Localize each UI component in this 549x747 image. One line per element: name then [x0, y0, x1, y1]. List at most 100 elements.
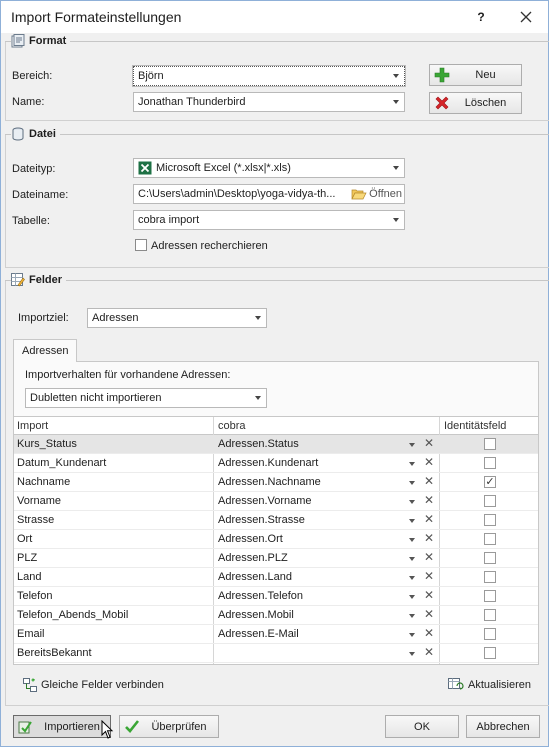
cobra-field-cell[interactable]: Adressen.Kundenart [218, 457, 318, 469]
chevron-down-icon[interactable] [409, 481, 415, 485]
clear-mapping-icon[interactable]: ✕ [424, 436, 434, 450]
neu-button[interactable]: Neu [429, 64, 522, 86]
import-field-cell: Datum_Kundenart [17, 457, 107, 469]
chevron-down-icon[interactable] [409, 538, 415, 542]
clear-mapping-icon[interactable]: ✕ [424, 512, 434, 526]
tabelle-combo[interactable]: cobra import [133, 210, 405, 230]
import-field-cell: Strasse [17, 514, 55, 526]
chevron-down-icon [393, 100, 399, 104]
identity-field-checkbox[interactable] [484, 571, 496, 583]
table-row[interactable]: PLZ Adressen.PLZ ✕ [14, 549, 538, 568]
tabelle-label: Tabelle: [12, 215, 50, 227]
dateiname-label: Dateiname: [12, 189, 69, 201]
column-header-import[interactable]: Import [17, 420, 48, 432]
chevron-down-icon[interactable] [409, 595, 415, 599]
chevron-down-icon [393, 74, 399, 78]
importziel-combo[interactable]: Adressen [87, 308, 267, 328]
delete-icon [435, 96, 449, 110]
identity-field-checkbox[interactable] [484, 438, 496, 450]
clear-mapping-icon[interactable]: ✕ [424, 645, 434, 659]
help-button[interactable]: ? [471, 7, 491, 27]
dateityp-combo[interactable]: Microsoft Excel (*.xlsx|*.xls) [133, 158, 405, 178]
import-field-cell: Telefon_Abends_Mobil [17, 609, 129, 621]
cobra-field-cell[interactable]: Adressen.Land [218, 571, 292, 583]
table-row[interactable]: Kurs_Status Adressen.Status ✕ [14, 435, 538, 454]
table-row[interactable]: Telefon_Abends_Mobil Adressen.Mobil ✕ [14, 606, 538, 625]
gleiche-felder-button[interactable]: Gleiche Felder verbinden [23, 678, 164, 692]
bereich-combo[interactable]: Björn [132, 65, 406, 87]
dateiname-field[interactable]: C:\Users\admin\Desktop\yoga-vidya-th... … [133, 184, 405, 204]
importverhalten-combo[interactable]: Dubletten nicht importieren [25, 388, 267, 408]
cobra-field-cell[interactable]: Adressen.E-Mail [218, 628, 299, 640]
table-row[interactable]: BereitsBekannt ✕ [14, 644, 538, 663]
chevron-down-icon[interactable] [409, 462, 415, 466]
bereich-label: Bereich: [12, 70, 53, 82]
loeschen-button[interactable]: Löschen [429, 92, 522, 114]
chevron-down-icon[interactable] [409, 500, 415, 504]
check-icon [125, 719, 140, 733]
abbrechen-button[interactable]: Abbrechen [466, 715, 540, 738]
identity-field-checkbox[interactable] [484, 533, 496, 545]
ueberpruefen-button[interactable]: Überprüfen [119, 715, 219, 738]
close-icon[interactable] [515, 6, 537, 28]
table-row[interactable]: Strasse Adressen.Strasse ✕ [14, 511, 538, 530]
cobra-field-cell[interactable]: Adressen.Mobil [218, 609, 294, 621]
cobra-field-cell[interactable]: Adressen.Vorname [218, 495, 312, 507]
clear-mapping-icon[interactable]: ✕ [424, 607, 434, 621]
clear-mapping-icon[interactable]: ✕ [424, 626, 434, 640]
identity-field-checkbox[interactable] [484, 514, 496, 526]
identity-field-checkbox[interactable]: ✓ [484, 476, 496, 488]
chevron-down-icon[interactable] [409, 443, 415, 447]
table-row[interactable]: Datum_Kundenart Adressen.Kundenart ✕ [14, 454, 538, 473]
oeffnen-button[interactable]: Öffnen [351, 185, 402, 203]
table-row[interactable]: Vorname Adressen.Vorname ✕ [14, 492, 538, 511]
chevron-down-icon[interactable] [409, 614, 415, 618]
plus-icon [434, 67, 450, 83]
recherche-label[interactable]: Adressen recherchieren [151, 240, 268, 252]
identity-field-checkbox[interactable] [484, 552, 496, 564]
cobra-field-cell[interactable]: Adressen.Status [218, 438, 299, 450]
table-row[interactable]: Ort Adressen.Ort ✕ [14, 530, 538, 549]
clear-mapping-icon[interactable]: ✕ [424, 550, 434, 564]
importverhalten-label: Importverhalten für vorhandene Adressen: [25, 369, 231, 381]
importziel-label: Importziel: [18, 312, 69, 324]
cobra-field-cell[interactable]: Adressen.PLZ [218, 552, 288, 564]
chevron-down-icon[interactable] [409, 633, 415, 637]
column-header-identitaetsfeld[interactable]: Identitätsfeld [444, 420, 506, 432]
chevron-down-icon[interactable] [409, 519, 415, 523]
cobra-field-cell[interactable]: Adressen.Ort [218, 533, 283, 545]
identity-field-checkbox[interactable] [484, 495, 496, 507]
aktualisieren-button[interactable]: Aktualisieren [448, 678, 531, 692]
chevron-down-icon[interactable] [409, 652, 415, 656]
clear-mapping-icon[interactable]: ✕ [424, 531, 434, 545]
tab-adressen[interactable]: Adressen [13, 339, 78, 362]
clear-mapping-icon[interactable]: ✕ [424, 455, 434, 469]
table-row[interactable]: Email Adressen.E-Mail ✕ [14, 625, 538, 644]
column-header-cobra[interactable]: cobra [218, 420, 246, 432]
identity-field-checkbox[interactable] [484, 609, 496, 621]
clear-mapping-icon[interactable]: ✕ [424, 569, 434, 583]
chevron-down-icon[interactable] [409, 557, 415, 561]
ok-button[interactable]: OK [385, 715, 459, 738]
table-row[interactable]: Nachname Adressen.Nachname ✕ ✓ [14, 473, 538, 492]
name-combo[interactable]: Jonathan Thunderbird [133, 92, 405, 112]
cobra-field-cell[interactable]: Adressen.Nachname [218, 476, 321, 488]
identity-field-checkbox[interactable] [484, 647, 496, 659]
clear-mapping-icon[interactable]: ✕ [424, 493, 434, 507]
table-row[interactable]: Land Adressen.Land ✕ [14, 568, 538, 587]
identity-field-checkbox[interactable] [484, 590, 496, 602]
clear-mapping-icon[interactable]: ✕ [424, 588, 434, 602]
cobra-field-cell[interactable]: Adressen.Strasse [218, 514, 305, 526]
chevron-down-icon [255, 316, 261, 320]
importieren-button[interactable]: Importieren [13, 715, 111, 738]
refresh-table-icon [448, 678, 464, 690]
chevron-down-icon[interactable] [409, 576, 415, 580]
field-mapping-table: Import cobra Identitätsfeld Kurs_Status A… [13, 416, 539, 665]
clear-mapping-icon[interactable]: ✕ [424, 474, 434, 488]
identity-field-checkbox[interactable] [484, 457, 496, 469]
recherche-checkbox[interactable] [135, 239, 147, 251]
table-header: Import cobra Identitätsfeld [14, 417, 538, 435]
table-row[interactable]: Telefon Adressen.Telefon ✕ [14, 587, 538, 606]
cobra-field-cell[interactable]: Adressen.Telefon [218, 590, 303, 602]
identity-field-checkbox[interactable] [484, 628, 496, 640]
